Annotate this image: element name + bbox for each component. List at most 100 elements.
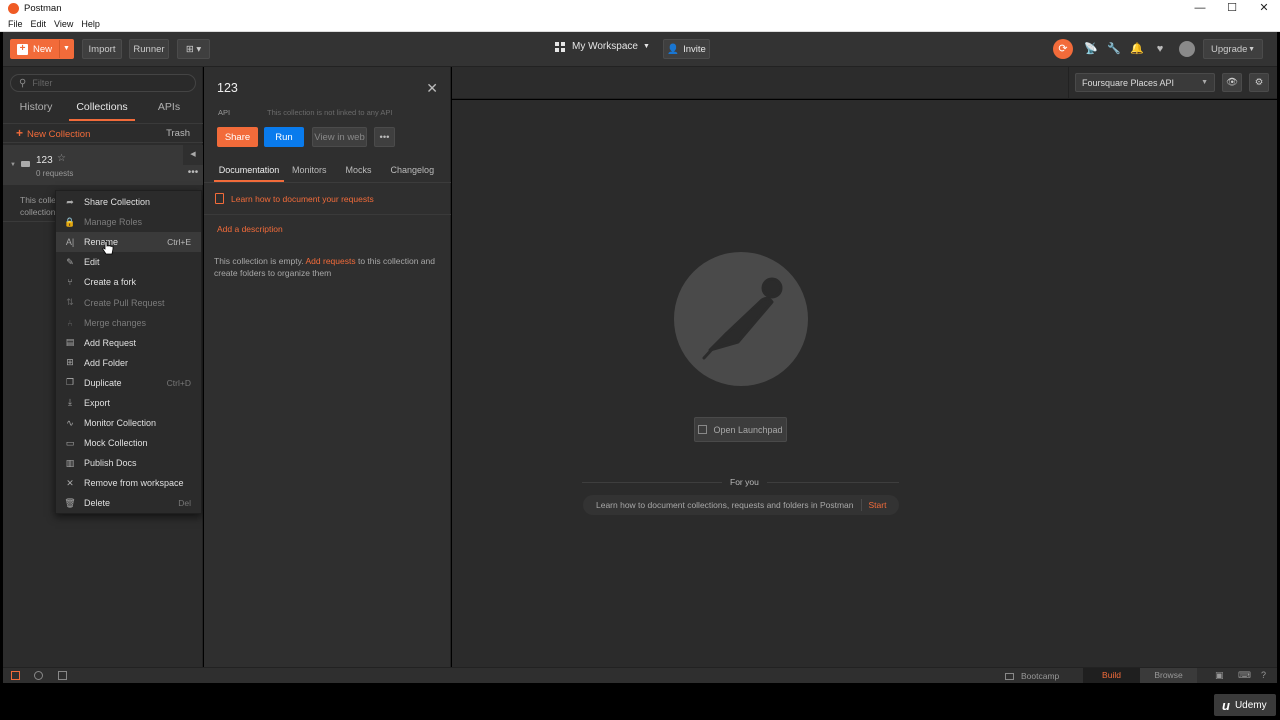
menu-item-rename[interactable]: A| Rename Ctrl+E bbox=[56, 232, 201, 253]
empty-prefix: This collection is empty. bbox=[214, 256, 306, 266]
menu-item-share-collection[interactable]: ➦ Share Collection bbox=[56, 192, 201, 212]
expand-triangle-icon[interactable]: ▼ bbox=[10, 162, 16, 168]
trash-button[interactable]: Trash bbox=[166, 128, 190, 139]
heart-icon[interactable]: ♥ bbox=[1152, 41, 1168, 57]
share-button[interactable]: Share bbox=[217, 127, 258, 147]
avatar[interactable] bbox=[1179, 41, 1195, 57]
shortcut-label: Ctrl+D bbox=[166, 377, 191, 388]
panel-tabs: Documentation Monitors Mocks Changelog bbox=[204, 161, 451, 183]
chevron-down-icon: ▼ bbox=[1201, 79, 1208, 86]
learn-card-text: Learn how to document collections, reque… bbox=[596, 500, 854, 510]
menu-item-export[interactable]: ⤓ Export bbox=[56, 393, 201, 413]
environment-select[interactable]: Foursquare Places API ▼ bbox=[1075, 73, 1215, 92]
status-bar: Bootcamp Build Browse ▣ ⌨ ? bbox=[3, 667, 1277, 683]
menu-item-create-fork[interactable]: ⑂ Create a fork bbox=[56, 272, 201, 292]
folder-icon bbox=[21, 161, 30, 167]
filter-box[interactable]: ⚲ bbox=[10, 74, 196, 92]
menu-help[interactable]: Help bbox=[77, 19, 104, 29]
menu-item-mock-collection[interactable]: ▭ Mock Collection bbox=[56, 433, 201, 453]
menu-item-add-folder[interactable]: ⊞ Add Folder bbox=[56, 353, 201, 373]
new-dropdown-caret-icon[interactable]: ▼ bbox=[59, 40, 73, 58]
tab-collections[interactable]: Collections bbox=[69, 99, 135, 121]
collection-name: 123 bbox=[36, 155, 53, 166]
star-icon[interactable]: ☆ bbox=[57, 153, 66, 164]
browse-mode-tab[interactable]: Browse bbox=[1140, 668, 1197, 683]
wrench-icon[interactable]: 🔧 bbox=[1106, 41, 1122, 57]
empty-collection-message: This collection is empty. Add requests t… bbox=[214, 255, 446, 279]
upgrade-button[interactable]: Upgrade ▼ bbox=[1203, 39, 1263, 59]
build-mode-tab[interactable]: Build bbox=[1083, 668, 1140, 683]
learn-docs-row[interactable]: Learn how to document your requests bbox=[215, 193, 374, 204]
run-button[interactable]: Run bbox=[264, 127, 304, 147]
bootcamp-button[interactable]: Bootcamp bbox=[1005, 671, 1059, 681]
learn-docs-link[interactable]: Learn how to document your requests bbox=[231, 194, 374, 204]
divider bbox=[3, 221, 55, 222]
menu-item-add-request[interactable]: ▤ Add Request bbox=[56, 333, 201, 353]
view-in-web-button[interactable]: View in web bbox=[312, 127, 367, 147]
new-collection-button[interactable]: + New Collection bbox=[16, 126, 90, 140]
tab-history[interactable]: History bbox=[3, 99, 69, 121]
maximize-button[interactable]: ☐ bbox=[1216, 0, 1248, 17]
import-button[interactable]: Import bbox=[82, 39, 122, 59]
window-titlebar: Postman — ☐ ✕ bbox=[0, 0, 1280, 17]
request-tabs-bar: Foursquare Places API ▼ 👁 ⚙ bbox=[452, 67, 1277, 99]
menu-view[interactable]: View bbox=[50, 19, 77, 29]
help-icon[interactable]: ? bbox=[1261, 670, 1266, 680]
tab-monitors[interactable]: Monitors bbox=[292, 161, 327, 182]
new-window-button[interactable]: ⊞ ▾ bbox=[177, 39, 210, 59]
new-button[interactable]: + New ▼ bbox=[10, 39, 74, 59]
sync-icon[interactable]: ⟳ bbox=[1053, 39, 1073, 59]
close-icon[interactable]: ✕ bbox=[426, 80, 438, 97]
menu-item-label: Mock Collection bbox=[84, 438, 148, 449]
close-window-button[interactable]: ✕ bbox=[1248, 0, 1280, 17]
user-add-icon: 👤 bbox=[667, 43, 680, 55]
manage-environments-button[interactable]: ⚙ bbox=[1249, 73, 1269, 92]
menu-item-delete[interactable]: 🗑 Delete Del bbox=[56, 493, 201, 513]
tab-changelog[interactable]: Changelog bbox=[391, 161, 435, 182]
udemy-label: Udemy bbox=[1234, 699, 1267, 711]
environment-quick-look-button[interactable]: 👁 bbox=[1222, 73, 1242, 92]
layout-icon[interactable]: ▣ bbox=[1215, 670, 1224, 681]
plus-icon: + bbox=[17, 43, 28, 55]
tab-apis[interactable]: APIs bbox=[135, 99, 203, 121]
menu-edit[interactable]: Edit bbox=[27, 19, 51, 29]
menu-file[interactable]: File bbox=[0, 19, 27, 29]
menu-item-label: Create a fork bbox=[84, 277, 137, 288]
find-icon[interactable] bbox=[34, 671, 43, 680]
menu-item-duplicate[interactable]: ❐ Duplicate Ctrl+D bbox=[56, 373, 201, 393]
menu-item-publish-docs[interactable]: ▥ Publish Docs bbox=[56, 453, 201, 473]
menu-item-edit[interactable]: ✎ Edit bbox=[56, 252, 201, 272]
runner-button[interactable]: Runner bbox=[129, 39, 169, 59]
menu-item-remove-from-workspace[interactable]: ✕ Remove from workspace bbox=[56, 473, 201, 493]
more-actions-button[interactable]: ••• bbox=[374, 127, 395, 147]
tab-documentation[interactable]: Documentation bbox=[214, 161, 284, 182]
minimize-button[interactable]: — bbox=[1184, 0, 1216, 17]
toggle-sidebar-icon[interactable] bbox=[11, 671, 20, 680]
satellite-icon[interactable]: 📡 bbox=[1083, 41, 1099, 57]
learn-card[interactable]: Learn how to document collections, reque… bbox=[583, 495, 899, 515]
menu-item-label: Create Pull Request bbox=[84, 297, 165, 308]
environment-label: Foursquare Places API bbox=[1082, 77, 1175, 88]
add-requests-link[interactable]: Add requests bbox=[306, 256, 356, 266]
start-link[interactable]: Start bbox=[869, 500, 887, 510]
keyboard-icon[interactable]: ⌨ bbox=[1238, 670, 1251, 681]
bell-icon[interactable]: 🔔 bbox=[1129, 41, 1145, 57]
menu-item-label: Publish Docs bbox=[84, 458, 137, 469]
search-icon: ⚲ bbox=[19, 77, 27, 89]
add-description-link[interactable]: Add a description bbox=[217, 224, 283, 234]
tab-mocks[interactable]: Mocks bbox=[346, 161, 372, 182]
for-you-heading: For you bbox=[722, 477, 767, 487]
filter-input[interactable] bbox=[32, 78, 183, 88]
console-icon[interactable] bbox=[58, 671, 67, 680]
more-options-icon[interactable]: ••• bbox=[183, 167, 203, 183]
open-launchpad-button[interactable]: Open Launchpad bbox=[694, 417, 787, 442]
gear-icon: ⚙ bbox=[1254, 77, 1264, 88]
invite-button[interactable]: 👤 Invite bbox=[663, 39, 710, 59]
menu-item-manage-roles: 🔒 Manage Roles bbox=[56, 212, 201, 232]
collapse-panel-icon[interactable]: ◀ bbox=[183, 145, 203, 165]
share-icon: ➦ bbox=[66, 196, 74, 207]
menu-item-monitor-collection[interactable]: ∿ Monitor Collection bbox=[56, 413, 201, 433]
collection-row[interactable]: ▼ 123 ☆ 0 requests ◀ ••• bbox=[3, 145, 203, 185]
workspace-selector[interactable]: My Workspace ▼ bbox=[555, 41, 650, 52]
fork-icon: ⑂ bbox=[67, 277, 73, 288]
